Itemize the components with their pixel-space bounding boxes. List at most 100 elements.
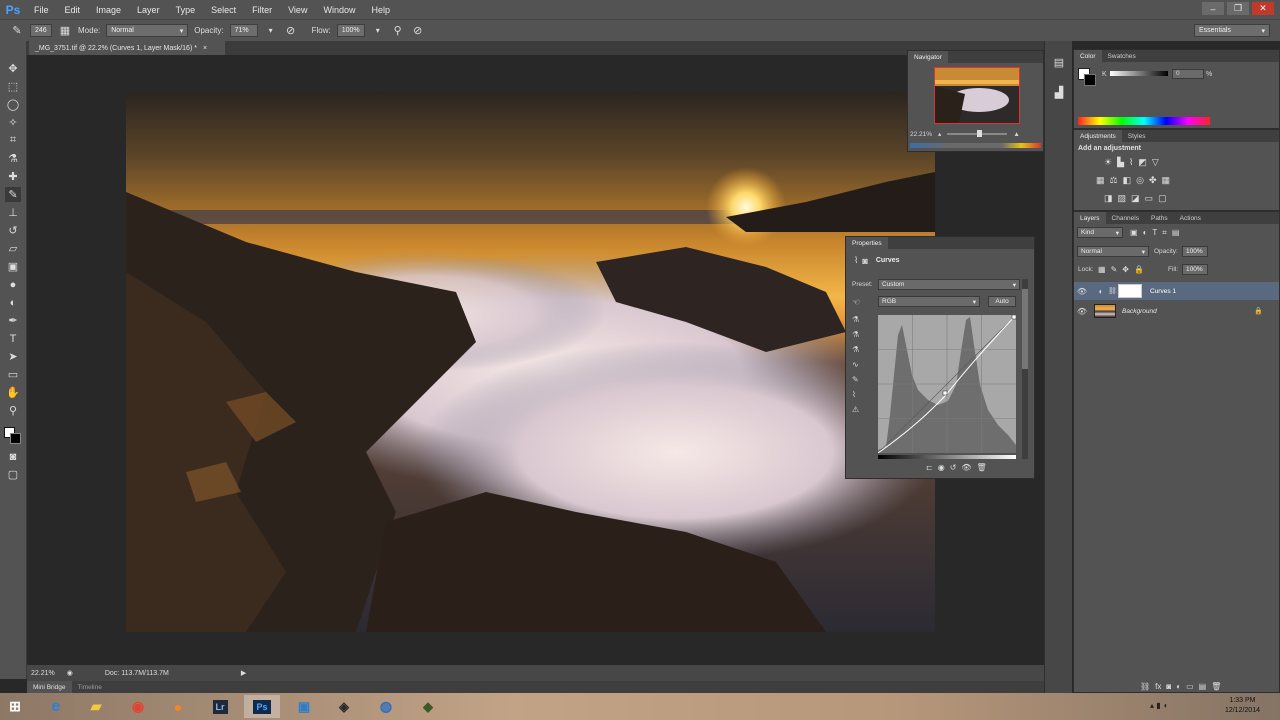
filter-pixel-icon[interactable]: ▣ <box>1130 228 1138 238</box>
curves-icon[interactable]: ⌇ <box>1129 157 1133 168</box>
hand-tool-icon[interactable]: ✋ <box>5 385 21 400</box>
zoom-in-icon[interactable]: ▲ <box>1013 131 1019 138</box>
properties-scrollbar[interactable] <box>1022 279 1028 459</box>
lock-position-icon[interactable]: ✥ <box>1122 265 1129 274</box>
dodge-tool-icon[interactable]: ◐ <box>5 295 21 310</box>
navigator-icon[interactable]: ▤ <box>1051 55 1067 70</box>
k-slider[interactable] <box>1110 71 1168 76</box>
brush-tool-icon[interactable]: ✎ <box>5 187 21 202</box>
reset-icon[interactable]: ↺ <box>950 463 957 472</box>
pressure-size-icon[interactable]: ⊘ <box>411 24 425 38</box>
move-tool-icon[interactable]: ✥ <box>5 61 21 76</box>
auto-button[interactable]: Auto <box>988 296 1016 307</box>
filter-type-icon[interactable]: T <box>1152 228 1157 238</box>
gradient-tool-icon[interactable]: ▣ <box>5 259 21 274</box>
tab-channels[interactable]: Channels <box>1106 212 1145 224</box>
tab-adjustments[interactable]: Adjustments <box>1074 130 1122 142</box>
vibrance-icon[interactable]: ▽ <box>1152 157 1159 168</box>
path-select-tool-icon[interactable]: ➤ <box>5 349 21 364</box>
histogram-icon[interactable]: ▟ <box>1051 85 1067 100</box>
levels-icon[interactable]: ▙ <box>1117 157 1124 168</box>
clock[interactable]: 1:33 PM 12/12/2014 <box>1225 696 1260 716</box>
background-color-swatch[interactable] <box>1084 74 1096 86</box>
quick-mask-icon[interactable]: ◙ <box>5 449 21 464</box>
blend-mode-select[interactable]: Normal ▾ <box>1077 246 1149 257</box>
firefox-icon[interactable]: ● <box>160 695 196 718</box>
eye-icon[interactable]: 👁 <box>1074 307 1090 316</box>
opacity-field[interactable]: 71% <box>229 24 258 37</box>
tab-swatches[interactable]: Swatches <box>1102 50 1142 62</box>
filter-shape-icon[interactable]: ⌗ <box>1162 228 1167 238</box>
visibility-icon[interactable]: 👁 <box>961 463 971 472</box>
filter-smart-icon[interactable]: ▤ <box>1172 228 1180 238</box>
tab-color[interactable]: Color <box>1074 50 1102 62</box>
tab-layers[interactable]: Layers <box>1074 212 1106 224</box>
tab-mini-bridge[interactable]: Mini Bridge <box>27 681 72 693</box>
new-layer-icon[interactable]: ▤ <box>1199 682 1207 691</box>
posterize-icon[interactable]: ▨ <box>1118 193 1127 204</box>
layer-row[interactable]: 👁 Background 🔒 <box>1074 302 1279 320</box>
target-adjust-icon[interactable]: ☜ <box>852 297 860 308</box>
white-point-eyedropper-icon[interactable]: ⚗ <box>852 345 870 354</box>
shape-tool-icon[interactable]: ▭ <box>5 367 21 382</box>
black-point-eyedropper-icon[interactable]: ⚗ <box>852 315 870 324</box>
internet-explorer-icon[interactable]: e <box>38 695 74 718</box>
marquee-tool-icon[interactable]: ⬚ <box>5 79 21 94</box>
color-balance-icon[interactable]: ⚖ <box>1110 175 1118 186</box>
pressure-opacity-icon[interactable]: ⊘ <box>284 24 298 38</box>
type-tool-icon[interactable]: T <box>5 331 21 346</box>
blur-tool-icon[interactable]: ● <box>5 277 21 292</box>
tab-timeline[interactable]: Timeline <box>72 681 108 693</box>
menu-help[interactable]: Help <box>363 5 398 15</box>
restore-button[interactable]: ❐ <box>1227 2 1249 15</box>
lock-all-icon[interactable]: 🔒 <box>1134 265 1144 274</box>
zoom-tool-icon[interactable]: ⚲ <box>5 403 21 418</box>
history-brush-tool-icon[interactable]: ↺ <box>5 223 21 238</box>
curve-edit-icon[interactable]: ∿ <box>852 360 870 369</box>
channel-select[interactable]: RGB ▾ <box>878 296 980 307</box>
navigator-zoom-slider[interactable] <box>947 130 1008 137</box>
link-icon[interactable]: ⛓ <box>1108 287 1117 295</box>
background-color-swatch[interactable] <box>10 433 21 444</box>
tab-navigator[interactable]: Navigator <box>908 51 948 63</box>
menu-edit[interactable]: Edit <box>57 5 89 15</box>
lasso-tool-icon[interactable]: ◯ <box>5 97 21 112</box>
layer-row[interactable]: 👁 ◐ ⛓ Curves 1 <box>1074 282 1279 300</box>
curves-graph[interactable] <box>877 314 1017 454</box>
fx-icon[interactable]: fx <box>1155 682 1161 691</box>
brush-tool-icon[interactable]: ✎ <box>10 24 24 38</box>
gray-point-eyedropper-icon[interactable]: ⚗ <box>852 330 870 339</box>
chevron-down-icon[interactable]: ▾ <box>264 24 278 38</box>
tab-actions[interactable]: Actions <box>1174 212 1207 224</box>
mode-select[interactable]: Normal ▾ <box>106 24 189 37</box>
eye-icon[interactable]: 👁 <box>1074 287 1090 296</box>
eyedropper-tool-icon[interactable]: ⚗ <box>5 151 21 166</box>
lock-transparent-icon[interactable]: ▦ <box>1098 265 1106 274</box>
color-lookup-icon[interactable]: ▦ <box>1162 175 1171 186</box>
chevron-down-icon[interactable]: ▾ <box>371 24 385 38</box>
view-previous-icon[interactable]: ◉ <box>938 463 945 472</box>
filter-adjustment-icon[interactable]: ◐ <box>1143 228 1148 238</box>
new-adjustment-icon[interactable]: ◐ <box>1176 682 1181 691</box>
file-explorer-icon[interactable]: ▰ <box>78 695 114 718</box>
flow-field[interactable]: 100% <box>336 24 365 37</box>
hue-saturation-icon[interactable]: ▦ <box>1096 175 1105 186</box>
lock-pixels-icon[interactable]: ✎ <box>1111 265 1118 274</box>
quick-select-tool-icon[interactable]: ✧ <box>5 115 21 130</box>
menu-window[interactable]: Window <box>315 5 363 15</box>
layer-name[interactable]: Background <box>1122 308 1157 315</box>
zoom-out-icon[interactable]: ▴ <box>938 130 941 138</box>
airbrush-icon[interactable]: ⚲ <box>391 24 405 38</box>
new-group-icon[interactable]: ▭ <box>1186 682 1194 691</box>
layer-filter-kind[interactable]: Kind ▾ <box>1077 227 1123 238</box>
menu-view[interactable]: View <box>280 5 315 15</box>
invert-icon[interactable]: ◨ <box>1104 193 1113 204</box>
menu-type[interactable]: Type <box>168 5 204 15</box>
trash-icon[interactable]: 🗑 <box>1211 682 1221 691</box>
workspace-select[interactable]: Essentials ▾ <box>1194 24 1270 37</box>
close-icon[interactable]: × <box>203 45 207 52</box>
black-white-icon[interactable]: ◧ <box>1123 175 1132 186</box>
app-icon[interactable]: ◆ <box>410 695 446 718</box>
layer-thumbnail[interactable] <box>1094 304 1116 318</box>
close-button[interactable]: ✕ <box>1252 2 1274 15</box>
